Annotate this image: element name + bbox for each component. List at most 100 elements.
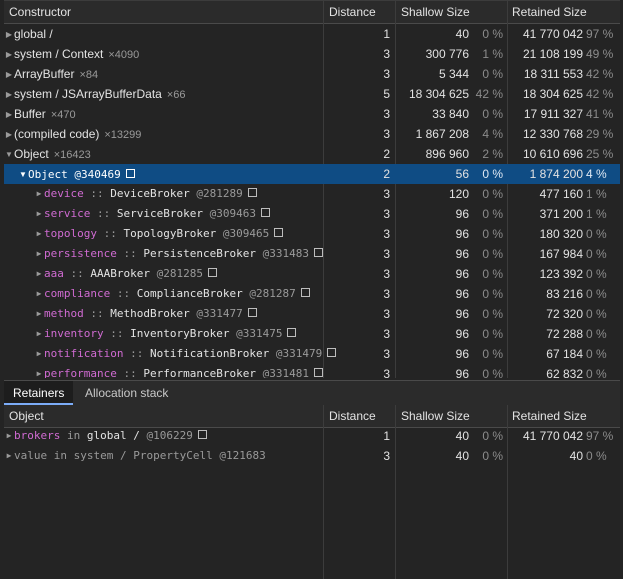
triangle-right-icon[interactable]: ▶ <box>34 304 44 324</box>
triangle-right-icon[interactable]: ▶ <box>34 244 44 264</box>
table-row[interactable]: ▶ method :: MethodBroker @331477 3 96 0 %… <box>4 304 620 324</box>
triangle-right-icon[interactable]: ▶ <box>4 65 14 84</box>
triangle-right-icon[interactable]: ▶ <box>34 204 44 224</box>
row-shallow: 96 <box>455 287 469 301</box>
triangle-down-icon[interactable]: ▼ <box>4 145 14 164</box>
row-retained-pct: 0 % <box>586 327 607 341</box>
row-retained: 477 160 <box>539 187 583 201</box>
table-row[interactable]: ▶ service :: ServiceBroker @309463 3 96 0… <box>4 204 620 224</box>
triangle-right-icon[interactable]: ▶ <box>4 125 14 144</box>
triangle-right-icon[interactable]: ▶ <box>4 45 14 64</box>
header-retained-size[interactable]: Retained Size <box>507 405 622 427</box>
table-row[interactable]: ▶ compliance :: ComplianceBroker @281287 … <box>4 284 620 304</box>
row-count: ×470 <box>50 109 76 121</box>
property-name: notification <box>44 347 124 360</box>
table-row[interactable]: ▶ system / Context ×4090 3 300 776 1 % 21 … <box>4 44 620 64</box>
square-icon[interactable] <box>247 188 257 197</box>
square-icon[interactable] <box>197 430 207 439</box>
square-icon[interactable] <box>313 248 323 257</box>
row-retained: 41 770 042 <box>522 27 583 41</box>
triangle-right-icon[interactable]: ▶ <box>34 224 44 244</box>
row-retained-pct: 1 % <box>586 207 607 221</box>
table-row[interactable]: ▶ value in system / PropertyCell @121683 … <box>4 446 620 466</box>
header-distance[interactable]: Distance <box>324 1 395 23</box>
square-icon[interactable] <box>207 268 217 277</box>
square-icon[interactable] <box>125 169 135 178</box>
row-shallow: 96 <box>455 327 469 341</box>
triangle-right-icon[interactable]: ▶ <box>34 364 44 378</box>
row-distance: 1 <box>383 27 390 41</box>
row-shallow: 56 <box>455 167 469 181</box>
object-id: @309463 <box>209 207 256 220</box>
triangle-right-icon[interactable]: ▶ <box>34 264 44 284</box>
row-shallow-pct: 0 % <box>482 449 503 463</box>
row-retained-pct: 42 % <box>586 67 614 81</box>
row-shallow: 96 <box>455 307 469 321</box>
triangle-right-icon[interactable]: ▶ <box>4 85 14 104</box>
row-distance: 2 <box>383 147 390 161</box>
table-row[interactable]: ▶ device :: DeviceBroker @281289 3 120 0 … <box>4 184 620 204</box>
constructor-table-header: Constructor Distance Shallow Size Retain… <box>4 0 620 24</box>
square-icon[interactable] <box>274 228 284 237</box>
triangle-right-icon[interactable]: ▶ <box>4 446 14 466</box>
table-row[interactable]: ▶ ArrayBuffer ×84 3 5 344 0 % 18 311 553 4… <box>4 64 620 84</box>
triangle-right-icon[interactable]: ▶ <box>34 284 44 304</box>
triangle-right-icon[interactable]: ▶ <box>4 105 14 124</box>
table-row[interactable]: ▶ Buffer ×470 3 33 840 0 % 17 911 327 41 % <box>4 104 620 124</box>
table-row[interactable]: ▶ inventory :: InventoryBroker @331475 3 … <box>4 324 620 344</box>
row-shallow-pct: 4 % <box>482 127 503 141</box>
retainers-table-header: Object Distance Shallow Size Retained Si… <box>4 405 620 428</box>
table-row[interactable]: ▶ system / JSArrayBufferData ×66 5 18 304 … <box>4 84 620 104</box>
table-row[interactable]: ▶ aaa :: AAABroker @281285 3 96 0 % 123 3… <box>4 264 620 284</box>
separator: :: <box>103 227 117 240</box>
square-icon[interactable] <box>300 288 310 297</box>
square-icon[interactable] <box>260 208 270 217</box>
separator: :: <box>123 247 137 260</box>
triangle-right-icon[interactable]: ▶ <box>34 344 44 364</box>
triangle-right-icon[interactable]: ▶ <box>34 324 44 344</box>
class-name: DeviceBroker <box>110 187 190 200</box>
triangle-right-icon[interactable]: ▶ <box>34 184 44 204</box>
row-distance: 3 <box>383 347 390 361</box>
row-distance: 3 <box>383 327 390 341</box>
header-shallow-size[interactable]: Shallow Size <box>396 1 506 23</box>
row-retained-pct: 97 % <box>586 27 614 41</box>
row-shallow-pct: 0 % <box>482 287 503 301</box>
triangle-down-icon[interactable]: ▼ <box>18 165 28 184</box>
square-icon[interactable] <box>247 308 257 317</box>
table-row[interactable]: ▶ global / 1 40 0 % 41 770 042 97 % <box>4 24 620 44</box>
separator: :: <box>90 187 104 200</box>
header-shallow-size[interactable]: Shallow Size <box>396 405 506 427</box>
square-icon[interactable] <box>287 328 297 337</box>
triangle-right-icon[interactable]: ▶ <box>4 426 14 446</box>
row-retained: 72 320 <box>546 307 583 321</box>
property-name: inventory <box>44 327 104 340</box>
table-row[interactable]: ▼Object ×16423 2 896 960 2 % 10 610 696 2… <box>4 144 620 164</box>
row-retained: 12 330 768 <box>522 127 583 141</box>
table-row[interactable]: ▶ performance :: PerformanceBroker @33148… <box>4 364 620 378</box>
row-retained-pct: 1 % <box>586 187 607 201</box>
triangle-right-icon[interactable]: ▶ <box>4 25 14 44</box>
table-row[interactable]: ▶ (compiled code) ×13299 3 1 867 208 4 % 1… <box>4 124 620 144</box>
selected-table-row[interactable]: ▼Object @340469 2 56 0 % 1 874 200 4 % <box>4 164 620 184</box>
row-retained: 123 392 <box>539 267 583 281</box>
retainer-target: global / <box>86 429 140 442</box>
row-distance: 3 <box>383 367 390 378</box>
class-name: ComplianceBroker <box>136 287 243 300</box>
square-icon[interactable] <box>313 368 323 377</box>
row-retained: 21 108 199 <box>522 47 583 61</box>
header-constructor[interactable]: Constructor <box>4 1 323 23</box>
row-retained-pct: 0 % <box>586 307 607 321</box>
property-name: aaa <box>44 267 64 280</box>
header-distance[interactable]: Distance <box>324 405 395 427</box>
row-retained: 18 304 625 <box>522 87 583 101</box>
table-row[interactable]: ▶ persistence :: PersistenceBroker @33148… <box>4 244 620 264</box>
header-object[interactable]: Object <box>4 405 323 427</box>
row-shallow-pct: 0 % <box>482 367 503 378</box>
table-row[interactable]: ▶ brokers in global / @106229 1 40 0 % 41… <box>4 426 620 446</box>
header-retained-size[interactable]: Retained Size <box>507 1 622 23</box>
table-row[interactable]: ▶ topology :: TopologyBroker @309465 3 96… <box>4 224 620 244</box>
tab-retainers[interactable]: Retainers <box>4 381 74 405</box>
tab-allocation-stack[interactable]: Allocation stack <box>76 381 177 405</box>
table-row[interactable]: ▶ notification :: NotificationBroker @331… <box>4 344 620 364</box>
